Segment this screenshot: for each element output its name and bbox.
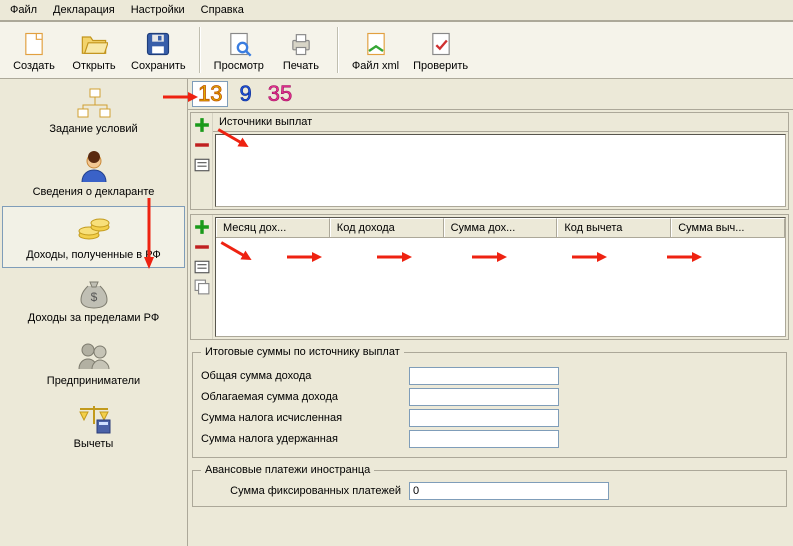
check-button[interactable]: Проверить [406,25,475,75]
remove-source-icon[interactable] [194,138,210,152]
rate-9-button[interactable]: 9 [234,82,256,106]
income-grid-panel: Месяц дох... Код дохода Сумма дох... Код… [190,214,789,340]
totals-group: Итоговые суммы по источнику выплат Общая… [192,346,787,458]
sidebar-item-label: Доходы за пределами РФ [28,312,159,324]
open-button[interactable]: Открыть [64,25,124,75]
save-floppy-icon [144,30,172,58]
sidebar-item-label: Доходы, полученные в РФ [26,249,161,261]
sidebar-item-deductions[interactable]: Вычеты [2,395,185,457]
menu-declaration[interactable]: Декларация [47,2,121,18]
xml-label: Файл xml [352,60,399,72]
income-grid[interactable]: Месяц дох... Код дохода Сумма дох... Код… [215,217,786,337]
grid-toolbar [191,215,213,339]
add-source-icon[interactable] [194,118,210,132]
save-label: Сохранить [131,60,186,72]
add-row-icon[interactable] [194,220,210,234]
toolbar: Создать Открыть Сохранить Просмотр Печа [0,21,793,79]
col-income-code[interactable]: Код дохода [330,218,444,237]
edit-source-icon[interactable] [194,158,210,172]
new-document-icon [20,30,48,58]
advance-group: Авансовые платежи иностранца Сумма фикси… [192,464,787,507]
lbl-fixed-payments: Сумма фиксированных платежей [201,485,401,497]
col-income-sum[interactable]: Сумма дох... [444,218,558,237]
sidebar-item-income-abroad[interactable]: $ Доходы за пределами РФ [2,269,185,331]
menubar: Файл Декларация Настройки Справка [0,0,793,21]
sources-title: Источники выплат [213,113,788,132]
grid-header: Месяц дох... Код дохода Сумма дох... Код… [216,218,785,238]
rate-35-button[interactable]: 35 [263,82,297,106]
open-label: Открыть [72,60,115,72]
toolbar-separator [199,27,201,73]
rate-tabs: 13 9 35 [188,79,793,110]
sidebar-item-label: Предприниматели [47,375,140,387]
check-file-icon [427,30,455,58]
col-month[interactable]: Месяц дох... [216,218,330,237]
lbl-tax-held: Сумма налога удержанная [201,433,401,445]
print-button[interactable]: Печать [271,25,331,75]
sidebar-item-declarant[interactable]: Сведения о декларанте [2,143,185,205]
sidebar-item-income-rf[interactable]: Доходы, полученные в РФ [2,206,185,268]
preview-icon [225,30,253,58]
xml-button[interactable]: Файл xml [345,25,406,75]
create-button[interactable]: Создать [4,25,64,75]
printer-icon [287,30,315,58]
edit-row-icon[interactable] [194,260,210,274]
sources-panel: Источники выплат [190,112,789,210]
rate-13-button[interactable]: 13 [192,81,228,107]
scales-calc-icon [74,402,114,436]
input-taxable-income[interactable] [409,388,559,406]
copy-row-icon[interactable] [194,280,210,294]
tree-icon [74,87,114,121]
sidebar-item-entrepreneurs[interactable]: Предприниматели [2,332,185,394]
lbl-taxable-income: Облагаемая сумма дохода [201,391,401,403]
create-label: Создать [13,60,55,72]
sources-listbox[interactable] [215,134,786,207]
sidebar-item-label: Вычеты [74,438,114,450]
person-icon [74,150,114,184]
lbl-tax-calculated: Сумма налога исчисленная [201,412,401,424]
print-label: Печать [283,60,319,72]
svg-text:$: $ [90,290,97,304]
sidebar-item-label: Задание условий [49,123,137,135]
main-area: 13 9 35 Источники выплат [188,79,793,546]
menu-settings[interactable]: Настройки [125,2,191,18]
col-deduct-sum[interactable]: Сумма выч... [671,218,785,237]
input-total-income[interactable] [409,367,559,385]
advance-legend: Авансовые платежи иностранца [201,464,374,476]
input-tax-calculated[interactable] [409,409,559,427]
toolbar-separator [337,27,339,73]
preview-label: Просмотр [214,60,264,72]
open-folder-icon [80,30,108,58]
sidebar-item-label: Сведения о декларанте [33,186,155,198]
sidebar-nav: Задание условий Сведения о декларанте До… [0,79,188,546]
coins-icon [74,213,114,247]
menu-file[interactable]: Файл [4,2,43,18]
totals-legend: Итоговые суммы по источнику выплат [201,346,404,358]
input-tax-held[interactable] [409,430,559,448]
menu-help[interactable]: Справка [195,2,250,18]
money-bag-icon: $ [74,276,114,310]
sidebar-item-conditions[interactable]: Задание условий [2,80,185,142]
remove-row-icon[interactable] [194,240,210,254]
check-label: Проверить [413,60,468,72]
save-button[interactable]: Сохранить [124,25,193,75]
grid-body [216,238,785,336]
lbl-total-income: Общая сумма дохода [201,370,401,382]
input-fixed-payments[interactable] [409,482,609,500]
xml-file-icon [362,30,390,58]
sources-toolbar [191,113,213,209]
people-icon [74,339,114,373]
col-deduct-code[interactable]: Код вычета [557,218,671,237]
preview-button[interactable]: Просмотр [207,25,271,75]
